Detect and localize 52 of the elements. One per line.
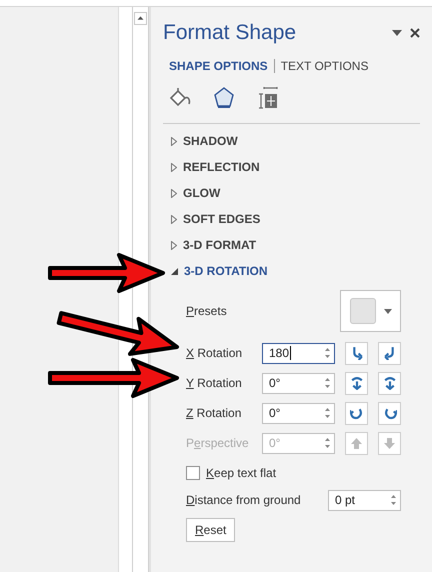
rotate-button[interactable] [345, 342, 368, 364]
checkbox-label: Keep text flat [206, 466, 276, 480]
dropdown-caret-icon [384, 308, 392, 314]
rotation-label: Perspective [186, 436, 250, 450]
presets-label: Presets [186, 304, 227, 318]
spinner-arrows-icon[interactable] [324, 406, 331, 420]
rotation-field[interactable]: 0° [262, 372, 335, 394]
rotate-button[interactable] [345, 372, 368, 394]
distance-field[interactable]: 0 pt [328, 490, 401, 510]
section-header[interactable]: REFLECTION [163, 154, 432, 180]
rotate-button[interactable] [378, 372, 401, 394]
expanded-triangle-icon [171, 268, 178, 274]
section-header[interactable]: SOFT EDGES [163, 206, 432, 232]
rotate-button[interactable] [378, 402, 401, 424]
options-tab[interactable]: SHAPE OPTIONS [163, 59, 274, 73]
collapsed-triangle-icon [171, 214, 177, 224]
collapsed-triangle-icon [171, 240, 177, 250]
collapsed-triangle-icon [171, 188, 177, 198]
checkbox[interactable] [186, 466, 200, 480]
section-header[interactable]: 3-D ROTATION [163, 258, 432, 284]
rotation-label: Y Rotation [186, 376, 243, 390]
rotate-arrow-icon [350, 376, 364, 390]
rotation-label: X Rotation [186, 346, 244, 360]
rotate-button[interactable] [345, 402, 368, 424]
size-properties-icon [257, 86, 279, 110]
down-arrow-icon [383, 436, 396, 450]
options-tab[interactable]: TEXT OPTIONS [274, 59, 374, 73]
close-icon[interactable] [410, 28, 420, 38]
collapsed-triangle-icon [171, 136, 177, 146]
section-header[interactable]: GLOW [163, 180, 432, 206]
rotate-arrow-icon [382, 376, 396, 390]
rotate-button[interactable] [378, 342, 401, 364]
distance-label: Distance from ground [186, 493, 301, 507]
collapsed-triangle-icon [171, 162, 177, 172]
rotate-arrow-icon [382, 406, 396, 420]
rotation-label: Z Rotation [186, 406, 242, 420]
reset-button[interactable]: Reset [186, 518, 236, 542]
spinner-arrows-icon[interactable] [324, 376, 331, 390]
spinner-arrows-icon[interactable] [324, 346, 331, 360]
rotation-field[interactable]: 0° [262, 402, 335, 424]
scroll-up-button[interactable] [134, 12, 147, 25]
rotate-arrow-icon [350, 406, 364, 420]
spinner-arrows-icon[interactable] [390, 493, 397, 507]
panel-title: Format Shape [163, 21, 298, 45]
section-header[interactable]: 3-D FORMAT [163, 232, 432, 258]
up-arrow-icon [350, 436, 363, 450]
paint-bucket-icon [168, 87, 192, 109]
section-header[interactable]: SHADOW [163, 128, 432, 154]
rotation-field[interactable]: 180 [262, 342, 335, 364]
dropdown-caret-icon[interactable] [392, 30, 402, 36]
rotate-arrow-icon [382, 346, 396, 360]
pentagon-icon [213, 86, 235, 110]
